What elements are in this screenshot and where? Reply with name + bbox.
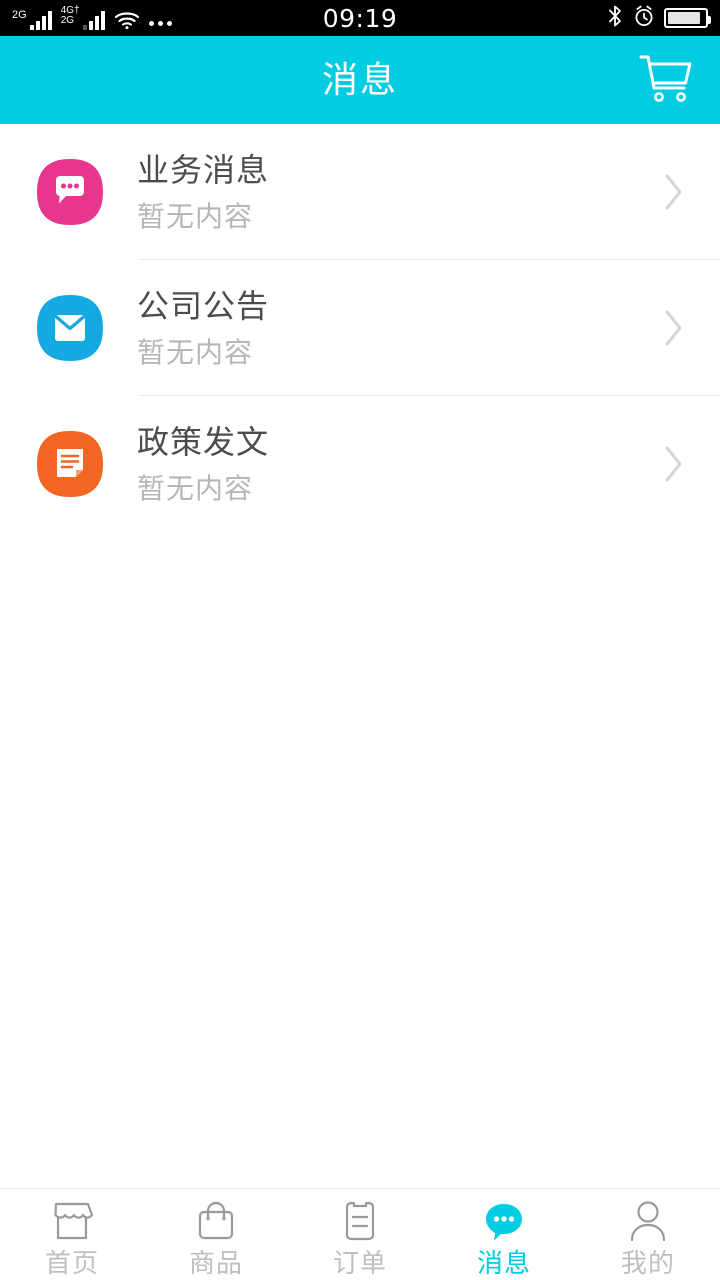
list-item-body: 政策发文 暂无内容 <box>137 396 654 532</box>
person-icon <box>627 1198 669 1244</box>
tab-orders-label: 订单 <box>332 1247 387 1278</box>
chevron-right-icon <box>654 172 694 212</box>
tab-messages-label: 消息 <box>476 1247 531 1278</box>
list-item[interactable]: 公司公告 暂无内容 <box>0 260 720 396</box>
status-bar-right <box>606 4 711 33</box>
battery-icon <box>664 8 711 28</box>
app-header: 消息 <box>0 36 720 124</box>
chevron-right-icon <box>654 444 694 484</box>
list-item-body: 公司公告 暂无内容 <box>137 260 654 396</box>
chevron-right-icon <box>654 308 694 348</box>
bluetooth-icon <box>606 4 624 33</box>
storefront-icon <box>49 1198 95 1244</box>
chat-bubble-icon <box>37 159 103 225</box>
tab-profile[interactable]: 我的 <box>576 1189 720 1280</box>
list-item[interactable]: 政策发文 暂无内容 <box>0 396 720 532</box>
list-item-title: 业务消息 <box>137 152 270 188</box>
document-icon <box>37 431 103 497</box>
tab-orders[interactable]: 订单 <box>288 1189 432 1280</box>
tab-messages[interactable]: 消息 <box>432 1189 576 1280</box>
tab-profile-label: 我的 <box>620 1247 675 1278</box>
chat-bubble-icon <box>482 1198 526 1244</box>
shopping-bag-icon <box>195 1198 237 1244</box>
list-item-title: 政策发文 <box>137 424 270 460</box>
list-item-subtitle: 暂无内容 <box>137 201 254 232</box>
list-item-subtitle: 暂无内容 <box>137 337 254 368</box>
message-list: 业务消息 暂无内容 公司公告 暂无内容 政策发文 暂无内容 <box>0 124 720 1188</box>
shopping-cart-button[interactable] <box>634 50 698 110</box>
status-bar: 2G 4G† 2G 09:19 <box>0 0 720 36</box>
tab-products[interactable]: 商品 <box>144 1189 288 1280</box>
alarm-clock-icon <box>633 4 655 33</box>
list-item-icon <box>36 158 104 226</box>
list-item-body: 业务消息 暂无内容 <box>137 124 654 260</box>
tab-home-label: 首页 <box>44 1247 99 1278</box>
list-item[interactable]: 业务消息 暂无内容 <box>0 124 720 260</box>
envelope-icon <box>37 295 103 361</box>
app-screen: 2G 4G† 2G 09:19 消息 业务消息 暂无内容 公司公告 暂无内容 政… <box>0 0 720 1280</box>
page-title: 消息 <box>321 59 398 100</box>
list-item-subtitle: 暂无内容 <box>137 473 254 504</box>
list-item-icon <box>36 430 104 498</box>
tab-home[interactable]: 首页 <box>0 1189 144 1280</box>
bottom-navigation: 首页 商品 订单 消息 我的 <box>0 1188 720 1280</box>
tab-products-label: 商品 <box>188 1247 243 1278</box>
list-item-icon <box>36 294 104 362</box>
shopping-cart-icon <box>638 52 694 109</box>
clipboard-icon <box>341 1198 379 1244</box>
list-item-title: 公司公告 <box>137 288 270 324</box>
